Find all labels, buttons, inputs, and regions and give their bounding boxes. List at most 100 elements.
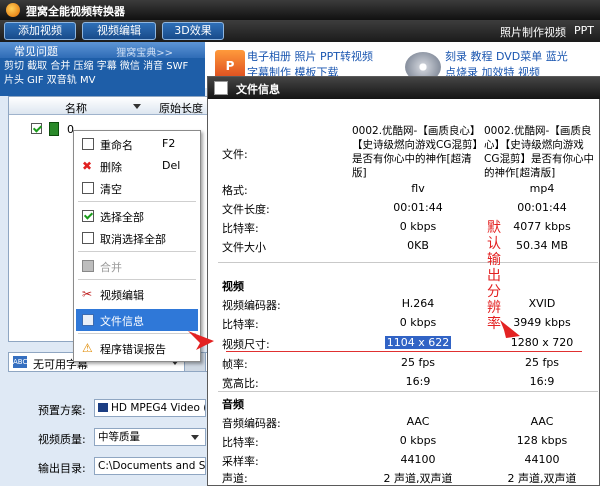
menu-item-clear[interactable]: 清空 — [76, 177, 198, 199]
length2: 00:01:44 — [517, 201, 567, 214]
faq-more-link[interactable]: 狸窝宝典>> — [116, 44, 173, 59]
bitrate1: 0 kbps — [399, 220, 437, 233]
vcodec-label: 视频编码器: — [222, 299, 281, 312]
column-length[interactable]: 原始长度 — [159, 100, 203, 116]
menu-label: 重命名 — [100, 139, 133, 152]
aspect-label: 宽高比: — [222, 377, 259, 390]
vsize2: 1280 x 720 — [510, 336, 574, 349]
banner-link-album[interactable]: 电子相册 照片 PPT转视频 — [247, 48, 373, 64]
size2: 50.34 MB — [515, 239, 569, 252]
size1: 0KB — [407, 239, 429, 252]
aspect2: 16:9 — [529, 375, 555, 388]
banner-link-burn[interactable]: 刻录 教程 DVD菜单 蓝光 — [445, 48, 568, 64]
menu-separator — [78, 279, 196, 280]
menu-separator — [78, 201, 196, 202]
menu-item-select-all[interactable]: 选择全部 — [76, 205, 198, 227]
document-icon — [214, 81, 228, 95]
app-logo-icon — [6, 3, 20, 17]
file-label: 文件: — [222, 148, 248, 161]
title-bar: 狸窝全能视频转换器 — [0, 0, 600, 20]
format2: mp4 — [529, 182, 555, 195]
delete-icon: ✖ — [82, 159, 93, 173]
add-video-button[interactable]: 添加视频 — [4, 22, 76, 40]
menu-item-rename[interactable]: 重命名 F2 — [76, 133, 198, 155]
hd-video-icon — [98, 403, 108, 412]
file2-name: 0002.优酷网-【画质良心】【史诗级燃向游戏CG混剪】是否有你心中的神作[超清… — [484, 125, 594, 179]
video-file-icon — [49, 122, 59, 136]
channel-label: 声道: — [222, 472, 248, 485]
preset-select[interactable]: HD MPEG4 Video ( — [94, 399, 206, 417]
file1-name: 0002.优酷网-【画质良心】【史诗级燃向游戏CG混剪】是否有你心中的神作[超清… — [352, 125, 481, 179]
video-section-title: 视频 — [222, 280, 244, 293]
quality-select[interactable]: 中等质量 — [94, 428, 206, 446]
format1: flv — [411, 182, 425, 195]
menu-item-video-edit[interactable]: ✂ 视频编辑 — [76, 283, 198, 305]
preset-value: HD MPEG4 Video ( — [111, 402, 206, 414]
dialog-title-bar: 文件信息 — [208, 77, 600, 99]
vsize-label: 视频尺寸: — [222, 338, 270, 351]
annotation-underline — [226, 351, 582, 352]
vsize1-selected-text[interactable]: 1104 x 622 — [384, 336, 452, 349]
menu-label: 清空 — [100, 183, 122, 196]
faq-title: 常见问题 — [14, 45, 58, 58]
photo-video-link[interactable]: 照片制作视频 — [500, 24, 566, 40]
scissors-icon: ✂ — [82, 287, 93, 301]
vbitrate1: 0 kbps — [399, 316, 437, 329]
menu-item-deselect-all[interactable]: 取消选择全部 — [76, 227, 198, 249]
video-edit-button[interactable]: 视频编辑 — [82, 22, 156, 40]
menu-item-file-info[interactable]: 文件信息 — [76, 309, 198, 331]
menu-shortcut: F2 — [162, 137, 176, 150]
faq-links[interactable]: 剪切 截取 合并 压缩 字幕 微信 消音 SWF 片头 GIF 双音轨 MV — [4, 60, 194, 88]
sort-arrow-icon[interactable] — [133, 104, 141, 109]
checkbox-checked-icon — [82, 210, 94, 222]
menu-label: 删除 — [100, 161, 122, 174]
length1: 00:01:44 — [393, 201, 443, 214]
vsize1[interactable]: 1104 x 622 — [358, 336, 478, 349]
ppt-link[interactable]: PPT — [574, 24, 594, 37]
fps-label: 帧率: — [222, 358, 248, 371]
quality-label: 视频质量: — [38, 433, 86, 446]
file-info-icon — [82, 314, 94, 326]
quality-value: 中等质量 — [98, 431, 140, 443]
format-label: 格式: — [222, 184, 248, 197]
chevron-down-icon[interactable] — [191, 435, 199, 440]
samplerate2: 44100 — [524, 453, 560, 466]
bitrate-label: 比特率: — [222, 222, 259, 235]
abitrate1: 0 kbps — [399, 434, 437, 447]
vcodec2: XVID — [528, 297, 556, 310]
abitrate2: 128 kbps — [516, 434, 568, 447]
menu-label: 视频编辑 — [100, 289, 144, 302]
menu-item-merge[interactable]: 合并 — [76, 255, 198, 277]
preset-label: 预置方案: — [38, 404, 86, 417]
length-label: 文件长度: — [222, 203, 270, 216]
acodec1: AAC — [406, 415, 430, 428]
samplerate1: 44100 — [400, 453, 436, 466]
size-label: 文件大小 — [222, 241, 266, 254]
acodec2: AAC — [530, 415, 554, 428]
app-title: 狸窝全能视频转换器 — [26, 5, 125, 18]
vcodec1: H.264 — [401, 297, 435, 310]
abitrate-label: 比特率: — [222, 436, 259, 449]
column-name[interactable]: 名称 — [65, 100, 87, 116]
3d-effect-button[interactable]: 3D效果 — [162, 22, 224, 40]
output-dir-label: 输出目录: — [38, 462, 86, 475]
toolbar: 添加视频 视频编辑 3D效果 照片制作视频 PPT — [0, 20, 600, 42]
rename-icon — [82, 138, 94, 150]
acodec-label: 音频编码器: — [222, 417, 281, 430]
annotation-text: 默认输出分辨率 — [487, 220, 501, 332]
menu-item-delete[interactable]: ✖ 删除 Del — [76, 155, 198, 177]
warning-icon: ⚠ — [82, 341, 93, 355]
context-menu: 重命名 F2 ✖ 删除 Del 清空 选择全部 取消选择全部 合并 ✂ 视频编辑… — [73, 130, 201, 362]
vbitrate-label: 比特率: — [222, 318, 259, 331]
samplerate-label: 采样率: — [222, 455, 259, 468]
subtitle-icon: ABC — [13, 356, 28, 368]
clear-icon — [82, 182, 94, 194]
main-window: 狸窝全能视频转换器 添加视频 视频编辑 3D效果 照片制作视频 PPT 常见问题… — [0, 0, 600, 486]
dialog-title: 文件信息 — [236, 83, 280, 96]
menu-label: 文件信息 — [100, 315, 144, 328]
fps2: 25 fps — [524, 356, 560, 369]
file-row-checkbox[interactable] — [31, 123, 42, 134]
audio-section-title: 音频 — [222, 398, 244, 411]
menu-item-error-report[interactable]: ⚠ 程序错误报告 — [76, 337, 198, 359]
output-dir-field[interactable]: C:\Documents and Set — [94, 457, 206, 475]
